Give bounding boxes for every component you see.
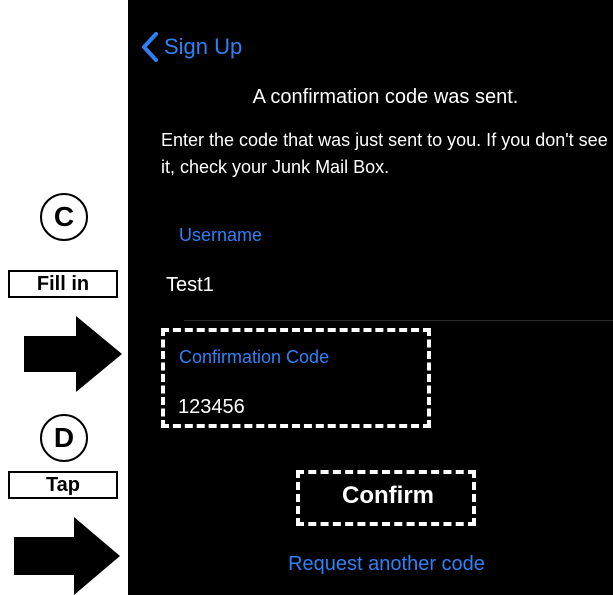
instructions-text: Enter the code that was just sent to you… bbox=[161, 130, 608, 177]
chevron-left-icon bbox=[142, 32, 158, 62]
tutorial-figure: C Fill in D Tap Sign Up A confirmation c… bbox=[0, 0, 613, 595]
confirm-button[interactable]: Confirm bbox=[300, 470, 476, 522]
step-d-badge: D bbox=[40, 414, 88, 462]
request-another-code-link[interactable]: Request another code bbox=[128, 553, 613, 576]
username-input[interactable] bbox=[166, 272, 466, 298]
confirmation-code-label: Confirmation Code bbox=[179, 347, 330, 367]
back-button-label: Sign Up bbox=[164, 34, 243, 59]
step-c-arrow-icon bbox=[24, 316, 122, 392]
step-d-arrow-icon bbox=[14, 517, 120, 595]
field-separator bbox=[184, 320, 613, 321]
step-c-action-label: Fill in bbox=[8, 270, 118, 298]
back-button[interactable]: Sign Up bbox=[140, 30, 242, 64]
confirmation-headline: A confirmation code was sent. bbox=[252, 86, 519, 108]
step-d-action-label: Tap bbox=[8, 471, 118, 499]
phone-screen: Sign Up A confirmation code was sent. En… bbox=[128, 0, 613, 595]
username-label: Username bbox=[179, 225, 263, 245]
confirmation-code-input[interactable] bbox=[178, 394, 398, 420]
step-c-badge: C bbox=[40, 193, 88, 241]
